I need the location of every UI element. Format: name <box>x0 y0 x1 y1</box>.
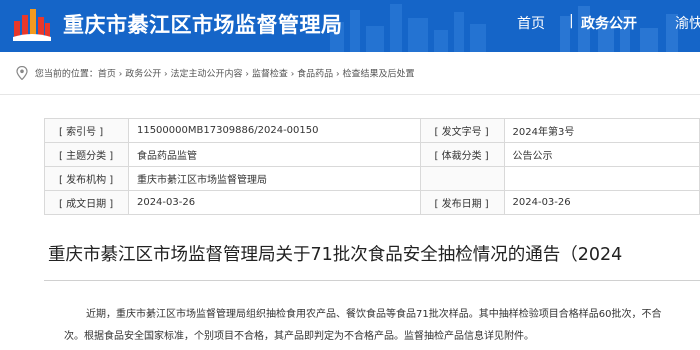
article-paragraph-line: 次。根据食品安全国家标准，个别项目不合格，其产品即判定为不合格产品。监督抽检产品… <box>64 331 534 342</box>
table-row: [ 成文日期 ] 2024-03-26 [ 发布日期 ] 2024-03-26 <box>44 190 700 215</box>
document-number-label: [ 发文字号 ] <box>419 118 505 143</box>
site-title[interactable]: 重庆市綦江区市场监督管理局 <box>63 9 343 39</box>
genre-category-value: 公告公示 <box>503 142 700 167</box>
title-divider <box>44 280 700 281</box>
written-date-value: 2024-03-26 <box>127 190 421 215</box>
genre-category-label: [ 体裁分类 ] <box>419 142 505 167</box>
breadcrumb-divider <box>0 94 700 95</box>
document-info-table: [ 索引号 ] 11500000MB17309886/2024-00150 [ … <box>44 118 700 215</box>
empty-value-cell <box>503 166 700 191</box>
publish-date-value: 2024-03-26 <box>503 190 700 215</box>
table-row: [ 主题分类 ] 食品药品监管 [ 体裁分类 ] 公告公示 <box>44 142 700 167</box>
breadcrumb: 您当前的位置：首页 › 政务公开 › 法定主动公开内容 › 监督检查 › 食品药… <box>16 66 414 84</box>
document-number-value: 2024年第3号 <box>503 118 700 143</box>
subject-category-label: [ 主题分类 ] <box>44 142 129 167</box>
empty-label-cell <box>419 166 505 191</box>
subject-category-value: 食品药品监管 <box>127 142 421 167</box>
site-header: 重庆市綦江区市场监督管理局 首页 | 政务公开 渝快 <box>0 0 700 52</box>
nav-home[interactable]: 首页 <box>517 13 545 33</box>
index-number-label: [ 索引号 ] <box>44 118 129 143</box>
article-title: 重庆市綦江区市场监督管理局关于71批次食品安全抽检情况的通告（2024 <box>48 245 623 265</box>
article-body: 近期，重庆市綦江区市场监督管理局组织抽检食用农产品、餐饮食品等食品71批次样品。… <box>64 304 700 348</box>
publisher-label: [ 发布机构 ] <box>44 166 129 191</box>
publisher-value: 重庆市綦江区市场监督管理局 <box>127 166 421 191</box>
publish-date-label: [ 发布日期 ] <box>419 190 505 215</box>
breadcrumb-text[interactable]: 您当前的位置：首页 › 政务公开 › 法定主动公开内容 › 监督检查 › 食品药… <box>35 70 415 80</box>
location-pin-icon <box>16 66 28 80</box>
site-logo-icon[interactable] <box>12 7 52 43</box>
index-number-value: 11500000MB17309886/2024-00150 <box>127 118 421 143</box>
nav-separator: | <box>569 13 574 29</box>
written-date-label: [ 成文日期 ] <box>44 190 129 215</box>
nav-yukuai[interactable]: 渝快 <box>675 13 700 33</box>
table-row: [ 发布机构 ] 重庆市綦江区市场监督管理局 <box>44 166 700 191</box>
nav-government-affairs[interactable]: 政务公开 <box>581 13 637 33</box>
table-row: [ 索引号 ] 11500000MB17309886/2024-00150 [ … <box>44 118 700 143</box>
article-paragraph-line: 近期，重庆市綦江区市场监督管理局组织抽检食用农产品、餐饮食品等食品71批次样品。… <box>86 309 662 320</box>
